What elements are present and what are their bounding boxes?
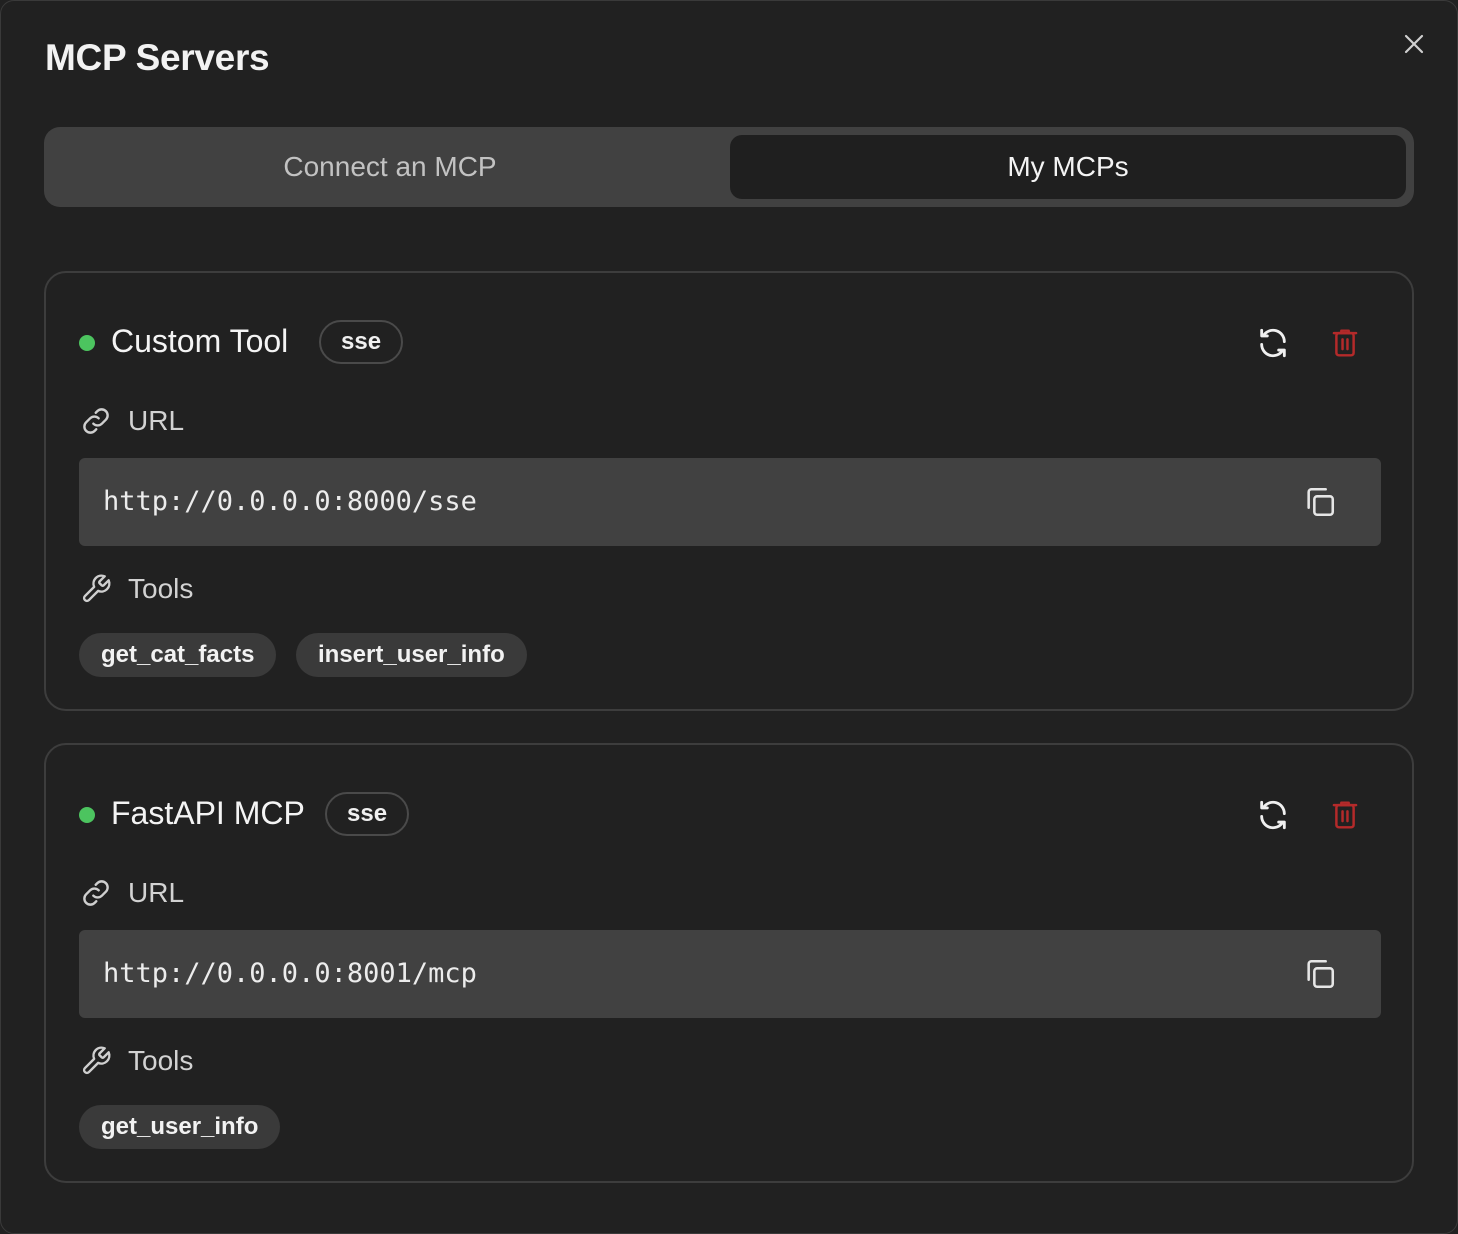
copy-icon bbox=[1307, 959, 1335, 989]
url-value: http://0.0.0.0:8000/sse bbox=[103, 486, 477, 517]
transport-badge: sse bbox=[319, 320, 404, 364]
delete-button[interactable] bbox=[1321, 791, 1369, 839]
refresh-icon bbox=[1260, 328, 1286, 358]
copy-icon bbox=[1307, 487, 1335, 517]
server-name: FastAPI MCP bbox=[111, 795, 305, 831]
copy-url-button[interactable] bbox=[1300, 482, 1340, 522]
close-icon bbox=[1404, 34, 1424, 54]
url-value: http://0.0.0.0:8001/mcp bbox=[103, 958, 477, 989]
tab-bar: Connect an MCP My MCPs bbox=[44, 127, 1414, 207]
wrench-icon bbox=[79, 1044, 113, 1078]
url-label: URL bbox=[79, 401, 184, 441]
refresh-button[interactable] bbox=[1249, 319, 1297, 367]
link-icon bbox=[79, 404, 113, 438]
server-card: Custom Tool sse URL http://0.0.0.0:8000/… bbox=[44, 271, 1414, 711]
tool-chip[interactable]: get_user_info bbox=[79, 1105, 281, 1149]
close-button[interactable] bbox=[1395, 25, 1433, 63]
tab-connect-an-mcp[interactable]: Connect an MCP bbox=[52, 135, 728, 199]
url-field: http://0.0.0.0:8000/sse bbox=[79, 458, 1381, 546]
tools-label: Tools bbox=[79, 1041, 193, 1081]
url-label: URL bbox=[79, 873, 184, 913]
status-dot bbox=[79, 335, 95, 351]
server-card: FastAPI MCP sse URL http://0.0.0.0:8001/… bbox=[44, 743, 1414, 1183]
trash-icon bbox=[1332, 329, 1358, 357]
url-field: http://0.0.0.0:8001/mcp bbox=[79, 930, 1381, 1018]
tool-chip[interactable]: get_cat_facts bbox=[79, 633, 277, 677]
refresh-icon bbox=[1260, 800, 1286, 830]
wrench-icon bbox=[79, 572, 113, 606]
copy-url-button[interactable] bbox=[1300, 954, 1340, 994]
status-dot bbox=[79, 807, 95, 823]
link-icon bbox=[79, 876, 113, 910]
tools-label-text: Tools bbox=[128, 573, 194, 604]
tab-my-mcps[interactable]: My MCPs bbox=[730, 135, 1406, 199]
transport-badge: sse bbox=[325, 792, 410, 836]
dialog-title: MCP Servers bbox=[45, 37, 270, 78]
url-label-text: URL bbox=[128, 877, 185, 908]
trash-icon bbox=[1332, 801, 1358, 829]
mcp-servers-dialog: MCP Servers Connect an MCP My MCPs Custo… bbox=[0, 0, 1458, 1234]
tools-label-text: Tools bbox=[128, 1045, 194, 1076]
server-name: Custom Tool bbox=[111, 323, 289, 359]
tools-label: Tools bbox=[79, 569, 193, 609]
refresh-button[interactable] bbox=[1249, 791, 1297, 839]
tool-chip[interactable]: insert_user_info bbox=[296, 633, 527, 677]
url-label-text: URL bbox=[128, 405, 185, 436]
delete-button[interactable] bbox=[1321, 319, 1369, 367]
